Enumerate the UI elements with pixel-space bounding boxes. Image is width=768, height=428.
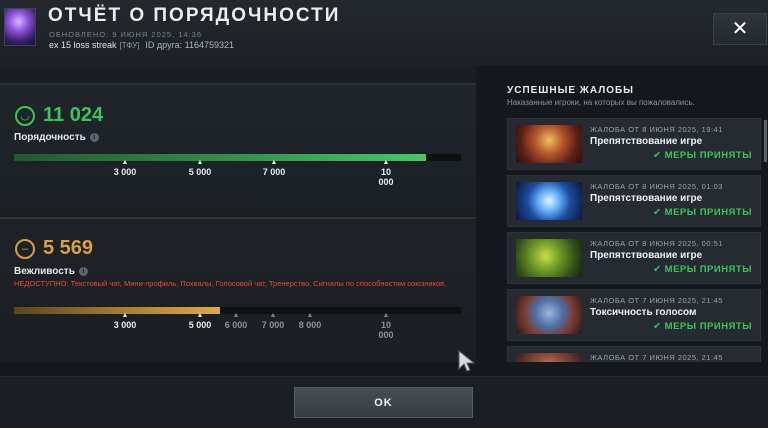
politeness-section: – 5 569 Вежливость i НЕДОСТУПНО: Текстовы… xyxy=(0,217,476,362)
report-item[interactable]: ЖАЛОБА ОТ 8 ИЮНЯ 2025, 19:41 Препятствов… xyxy=(507,118,761,170)
hero-portrait-icon xyxy=(516,353,582,362)
report-date: ЖАЛОБА ОТ 8 ИЮНЯ 2025, 00:51 xyxy=(590,239,723,248)
mouse-cursor-icon xyxy=(458,350,476,372)
report-reason: Препятствование игре xyxy=(590,193,703,204)
report-status: ✔ МЕРЫ ПРИНЯТЫ xyxy=(653,207,752,218)
tick-marker-icon: ▲ xyxy=(270,159,278,166)
report-status: ✔ МЕРЫ ПРИНЯТЫ xyxy=(653,150,752,161)
tick-value: 3 000 xyxy=(113,167,137,177)
tick-value: 8 000 xyxy=(298,320,322,330)
report-item[interactable]: ЖАЛОБА ОТ 7 ИЮНЯ 2025, 21:45 Токсичность… xyxy=(507,289,761,341)
reports-list[interactable]: ЖАЛОБА ОТ 8 ИЮНЯ 2025, 19:41 Препятствов… xyxy=(507,118,761,362)
close-icon: ✕ xyxy=(731,18,749,40)
unavailable-features: НЕДОСТУПНО: Текстовый чат, Мини-профиль,… xyxy=(14,279,447,288)
tick-marker-icon: ▲ xyxy=(196,312,204,319)
conduct-score: 11 024 xyxy=(43,104,104,126)
conduct-bar-fill xyxy=(14,154,426,161)
politeness-label-row: Вежливость i xyxy=(14,266,88,277)
report-date: ЖАЛОБА ОТ 7 ИЮНЯ 2025, 21:45 xyxy=(590,296,723,305)
happy-face-icon: ◡ xyxy=(15,106,35,126)
tick-label: ▲ 6 000 xyxy=(216,312,256,330)
tick-value: 3 000 xyxy=(113,320,137,330)
report-reason: Токсичность голосом xyxy=(590,307,697,318)
report-header: ОТЧЁТ О ПОРЯДОЧНОСТИ ОБНОВЛЕНО: 9 ИЮНЯ 2… xyxy=(0,0,768,66)
report-status: ✔ МЕРЫ ПРИНЯТЫ xyxy=(653,264,752,275)
tick-marker-icon: ▲ xyxy=(382,312,390,319)
hero-portrait-icon xyxy=(516,296,582,334)
tick-marker-icon: ▲ xyxy=(196,159,204,166)
tick-value: 6 000 xyxy=(224,320,248,330)
conduct-section: ◡ 11 024 Порядочность i ▲ 3 000 ▲ 5 000 ▲ 7 00… xyxy=(0,83,476,216)
reports-scrollbar[interactable] xyxy=(764,120,767,162)
tick-marker-icon: ▲ xyxy=(232,312,240,319)
hero-portrait-icon xyxy=(516,125,582,163)
updated-timestamp: ОБНОВЛЕНО: 9 ИЮНЯ 2025, 14:36 xyxy=(49,30,203,39)
report-status: ✔ МЕРЫ ПРИНЯТЫ xyxy=(653,321,752,332)
report-date: ЖАЛОБА ОТ 8 ИЮНЯ 2025, 19:41 xyxy=(590,125,723,134)
tick-value: 5 000 xyxy=(188,167,212,177)
neutral-face-icon: – xyxy=(15,239,35,259)
player-info: ex 15 loss streak [ТФУ] ID друга: 11647593… xyxy=(49,40,234,50)
tick-value: 10 000 xyxy=(378,320,394,340)
info-icon[interactable]: i xyxy=(78,267,88,276)
scores-panel: ◡ 11 024 Порядочность i ▲ 3 000 ▲ 5 000 ▲ 7 00… xyxy=(0,66,476,362)
tick-value: 10 000 xyxy=(378,167,394,187)
ok-button[interactable]: OK xyxy=(294,387,473,418)
politeness-score: 5 569 xyxy=(43,237,94,259)
reports-title: УСПЕШНЫЕ ЖАЛОБЫ xyxy=(507,85,634,96)
tick-label: ▲ 5 000 xyxy=(180,312,220,330)
tick-label: ▲ 10 000 xyxy=(366,159,406,187)
conduct-label: Порядочность xyxy=(14,132,86,143)
report-date: ЖАЛОБА ОТ 8 ИЮНЯ 2025, 01:03 xyxy=(590,182,723,191)
tick-marker-icon: ▲ xyxy=(121,159,129,166)
report-item[interactable]: ЖАЛОБА ОТ 7 ИЮНЯ 2025, 21:45 xyxy=(507,346,761,362)
tick-marker-icon: ▲ xyxy=(121,312,129,319)
tick-marker-icon: ▲ xyxy=(382,159,390,166)
tick-label: ▲ 10 000 xyxy=(366,312,406,340)
tick-label: ▲ 3 000 xyxy=(105,312,145,330)
politeness-label: Вежливость xyxy=(14,266,75,277)
tick-label: ▲ 3 000 xyxy=(105,159,145,177)
tick-label: ▲ 7 000 xyxy=(253,312,293,330)
report-reason: Препятствование игре xyxy=(590,136,703,147)
reports-subtitle: Наказанные игроки, на которых вы пожалов… xyxy=(507,98,695,107)
tick-value: 7 000 xyxy=(261,320,285,330)
player-tag: [ТФУ] xyxy=(119,41,140,50)
tick-marker-icon: ▲ xyxy=(306,312,314,319)
tick-label: ▲ 5 000 xyxy=(180,159,220,177)
page-title: ОТЧЁТ О ПОРЯДОЧНОСТИ xyxy=(48,5,341,26)
report-reason: Препятствование игре xyxy=(590,250,703,261)
report-item[interactable]: ЖАЛОБА ОТ 8 ИЮНЯ 2025, 00:51 Препятствов… xyxy=(507,232,761,284)
report-item[interactable]: ЖАЛОБА ОТ 8 ИЮНЯ 2025, 01:03 Препятствов… xyxy=(507,175,761,227)
info-icon[interactable]: i xyxy=(89,133,99,142)
player-name: ex 15 loss streak xyxy=(49,40,117,50)
tick-label: ▲ 8 000 xyxy=(290,312,330,330)
friend-id: ID друга: 1164759321 xyxy=(145,40,235,50)
report-date: ЖАЛОБА ОТ 7 ИЮНЯ 2025, 21:45 xyxy=(590,353,723,362)
close-button[interactable]: ✕ xyxy=(713,13,767,45)
hero-portrait-icon xyxy=(516,239,582,277)
tick-marker-icon: ▲ xyxy=(269,312,277,319)
tick-label: ▲ 7 000 xyxy=(254,159,294,177)
hero-portrait-icon xyxy=(516,182,582,220)
avatar xyxy=(4,8,36,46)
tick-value: 5 000 xyxy=(188,320,212,330)
tick-value: 7 000 xyxy=(262,167,286,177)
conduct-label-row: Порядочность i xyxy=(14,132,99,143)
